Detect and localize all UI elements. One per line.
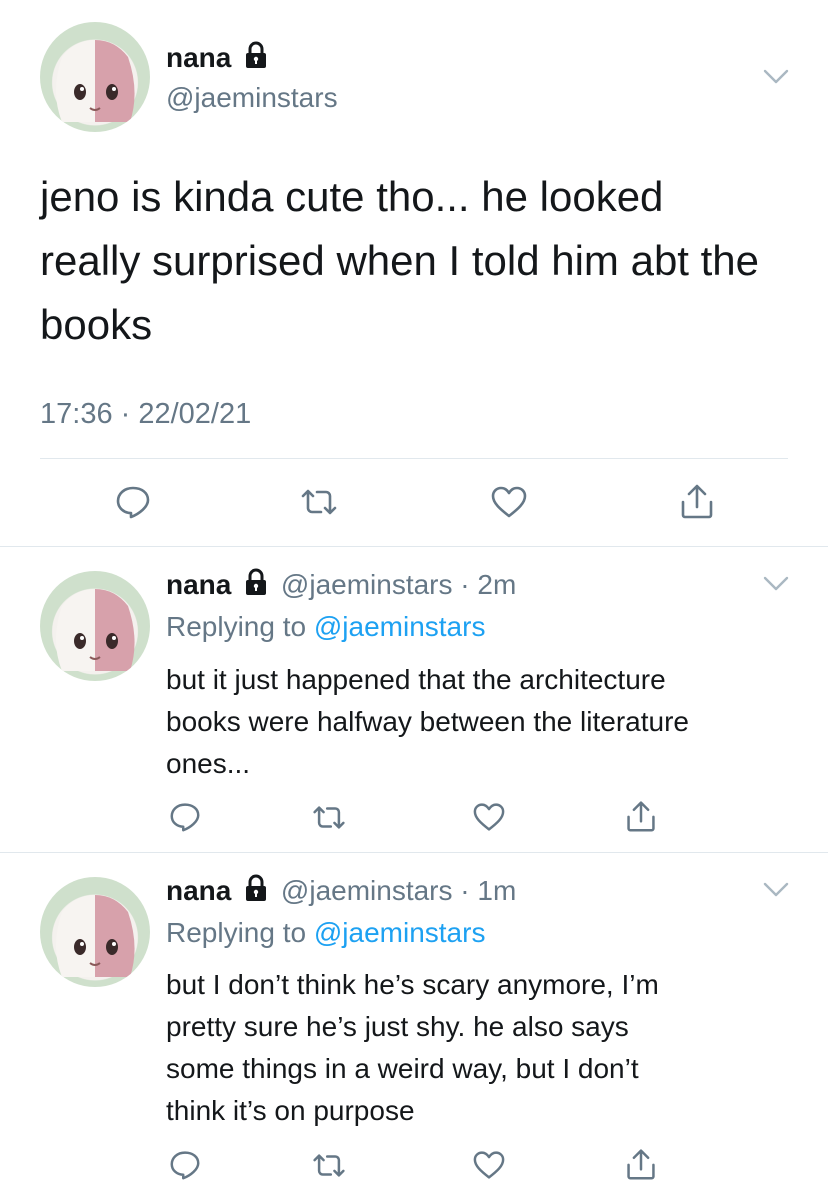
reply-tweet[interactable]: nana @jaeminstars · 2m Replying to @jaem…: [0, 547, 828, 852]
retweet-icon: [311, 1152, 347, 1179]
reply-icon: [169, 802, 201, 832]
reply-button[interactable]: [162, 1145, 208, 1185]
retweet-icon: [311, 804, 347, 831]
retweet-button[interactable]: [306, 1145, 352, 1185]
lock-icon: [243, 568, 269, 605]
replying-to-link[interactable]: @jaeminstars: [314, 917, 486, 948]
retweet-button[interactable]: [294, 480, 344, 524]
like-button[interactable]: [466, 1145, 512, 1185]
replying-to: Replying to @jaeminstars: [166, 609, 485, 645]
replying-to-prefix: Replying to: [166, 917, 314, 948]
handle-time[interactable]: @jaeminstars · 2m: [281, 569, 516, 600]
divider: [40, 458, 788, 459]
replying-to: Replying to @jaeminstars: [166, 915, 485, 951]
avatar[interactable]: [40, 877, 150, 987]
avatar[interactable]: [40, 571, 150, 681]
main-tweet: nana @jaeminstars jeno is kinda cute tho…: [0, 0, 828, 546]
avatar-illustration: [56, 895, 135, 977]
like-icon: [472, 802, 506, 832]
timestamp[interactable]: 17:36 · 22/02/21: [40, 395, 251, 433]
tweet-text: but it just happened that the architectu…: [166, 664, 689, 779]
avatar[interactable]: [40, 22, 150, 132]
share-icon: [625, 1147, 657, 1181]
tweet-text: jeno is kinda cute tho... he looked real…: [40, 173, 760, 348]
like-icon: [472, 1150, 506, 1180]
reply-button[interactable]: [162, 797, 208, 837]
avatar-illustration: [56, 589, 135, 671]
reply-icon: [169, 1150, 201, 1180]
handle-time[interactable]: @jaeminstars · 1m: [281, 875, 516, 906]
retweet-button[interactable]: [306, 797, 352, 837]
like-button[interactable]: [484, 480, 534, 524]
share-icon: [679, 482, 715, 520]
like-button[interactable]: [466, 797, 512, 837]
reply-tweet[interactable]: nana @jaeminstars · 1m Replying to @jaem…: [0, 853, 828, 1201]
retweet-icon: [299, 487, 339, 517]
share-button[interactable]: [618, 795, 664, 837]
chevron-down-icon[interactable]: [758, 569, 794, 599]
display-name[interactable]: nana: [166, 569, 231, 600]
reply-icon: [115, 485, 151, 519]
handle[interactable]: @jaeminstars: [166, 80, 338, 116]
avatar-illustration: [56, 40, 135, 122]
chevron-down-icon[interactable]: [758, 62, 794, 92]
replying-to-link[interactable]: @jaeminstars: [314, 611, 486, 642]
chevron-down-icon[interactable]: [758, 875, 794, 905]
like-icon: [490, 485, 528, 519]
share-icon: [625, 799, 657, 833]
tweet-text: but I don’t think he’s scary anymore, I’…: [166, 969, 659, 1126]
replying-to-prefix: Replying to: [166, 611, 314, 642]
share-button[interactable]: [618, 1143, 664, 1185]
display-name[interactable]: nana: [166, 42, 231, 73]
lock-icon: [243, 41, 269, 78]
share-button[interactable]: [672, 478, 722, 524]
lock-icon: [243, 874, 269, 911]
reply-button[interactable]: [108, 480, 158, 524]
display-name[interactable]: nana: [166, 875, 231, 906]
